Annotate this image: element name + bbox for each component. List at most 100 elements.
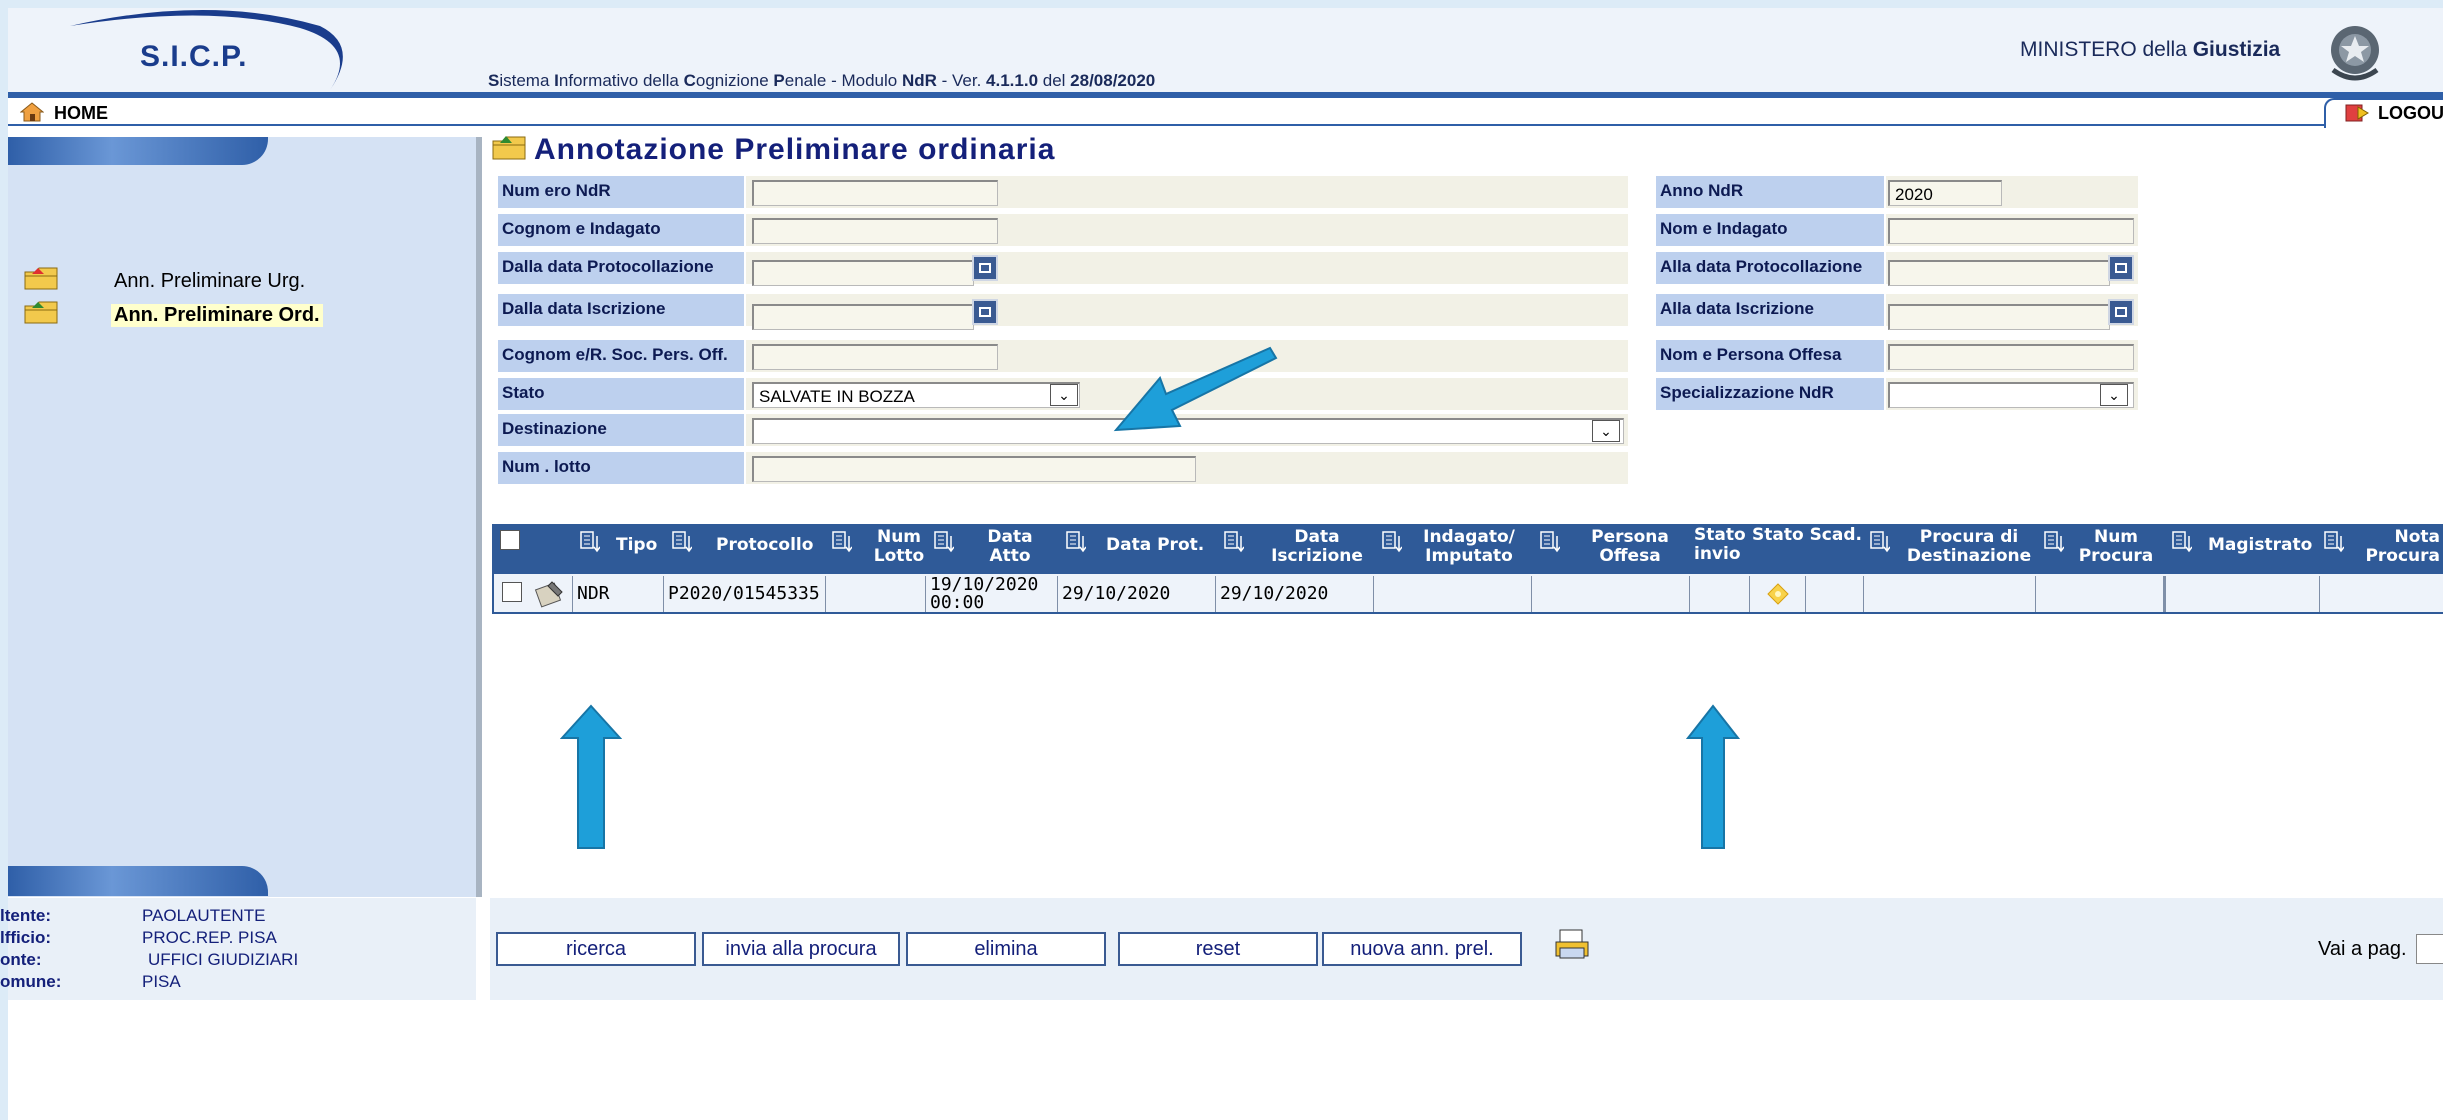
header-procura-destinazione[interactable]: Procura di Destinazione [1904, 528, 2034, 566]
sort-icon[interactable] [672, 530, 692, 554]
edit-document-icon[interactable] [534, 578, 566, 608]
header-indagato-imputato[interactable]: Indagato/ Imputato [1414, 528, 1524, 566]
footer-divider [476, 898, 490, 1000]
numero-ndr-label: Num ero NdR [498, 176, 744, 208]
office-value: PROC.REP. PISA [142, 928, 277, 947]
user-info: ltente: [0, 906, 51, 925]
sidebar-item-ann-preliminare-ord[interactable]: Ann. Preliminare Ord. [111, 304, 323, 327]
sicp-logo: S.I.C.P. [140, 40, 248, 73]
city-value: PISA [142, 972, 181, 991]
home-icon[interactable] [20, 102, 44, 122]
header-data-iscrizione[interactable]: Data Iscrizione [1262, 528, 1372, 566]
stato-label: Stato [498, 378, 744, 410]
city-info: omune: [0, 972, 62, 991]
invia-alla-procura-button[interactable]: invia alla procura [702, 932, 900, 966]
folder-icon[interactable] [24, 300, 58, 324]
sort-icon[interactable] [1870, 530, 1890, 554]
sort-icon[interactable] [1382, 530, 1402, 554]
chevron-down-icon[interactable]: ⌄ [2100, 384, 2128, 406]
header-stato-invio[interactable]: Stato invio [1694, 526, 1748, 564]
cell-empty [1806, 576, 1864, 612]
header-tipo[interactable]: Tipo [616, 536, 657, 555]
calendar-icon[interactable] [972, 299, 998, 325]
header-data-prot[interactable]: Data Prot. [1106, 536, 1204, 555]
elimina-button[interactable]: elimina [906, 932, 1106, 966]
row-checkbox[interactable] [502, 582, 522, 602]
logout-icon[interactable] [2344, 101, 2370, 123]
nome-pers-off-input[interactable] [1888, 344, 2134, 370]
folder-icon[interactable] [24, 266, 58, 290]
chevron-down-icon[interactable]: ⌄ [1050, 384, 1078, 406]
header-divider [8, 92, 2443, 98]
dalla-data-iscr-input[interactable] [752, 304, 974, 330]
logout-link[interactable]: LOGOU [2378, 103, 2443, 124]
sort-icon[interactable] [832, 530, 852, 554]
ricerca-button[interactable]: ricerca [496, 932, 696, 966]
cognome-indagato-label: Cognom e Indagato [498, 214, 744, 246]
sort-icon[interactable] [2044, 530, 2064, 554]
window-frame-top [0, 0, 2443, 8]
cell-num-procura [2036, 576, 2164, 612]
header-nota-procura[interactable]: Nota Procura [2356, 528, 2440, 566]
header-protocollo[interactable]: Protocollo [716, 536, 813, 555]
annotation-arrow-icon [1113, 346, 1278, 432]
cell-procura-destinazione [1864, 576, 2036, 612]
cell-tipo: NDR [572, 576, 664, 612]
cell-data-prot: 29/10/2020 [1058, 576, 1216, 612]
annotation-arrow-icon [560, 704, 622, 849]
italy-emblem-icon [2331, 26, 2379, 81]
annotation-arrow-icon [1686, 704, 1740, 849]
sort-icon[interactable] [1540, 530, 1560, 554]
calendar-icon[interactable] [972, 255, 998, 281]
stato-select[interactable]: SALVATE IN BOZZA [752, 382, 1080, 408]
header-num-procura[interactable]: Num Procura [2076, 528, 2156, 566]
dalla-data-prot-label: Dalla data Protocollazione [498, 252, 744, 284]
nuova-ann-prel-button[interactable]: nuova ann. prel. [1322, 932, 1522, 966]
calendar-icon[interactable] [2108, 299, 2134, 325]
alla-data-prot-input[interactable] [1888, 260, 2110, 286]
print-icon[interactable] [1554, 928, 1590, 960]
reset-button[interactable]: reset [1118, 932, 1318, 966]
sort-icon[interactable] [2172, 530, 2192, 554]
dalla-data-iscr-label: Dalla data Iscrizione [498, 294, 744, 326]
anno-ndr-input[interactable]: 2020 [1888, 180, 2002, 206]
header-persona-offesa[interactable]: Persona Offesa [1580, 528, 1680, 566]
calendar-icon[interactable] [2108, 255, 2134, 281]
page-title: Annotazione Preliminare ordinaria [534, 133, 1056, 166]
alla-data-iscr-input[interactable] [1888, 304, 2110, 330]
cognome-indagato-input[interactable] [752, 218, 998, 244]
sort-icon[interactable] [580, 530, 600, 554]
anno-ndr-label: Anno NdR [1656, 176, 1884, 208]
header-stato-scad[interactable]: Stato Scad. [1752, 526, 1862, 545]
alla-data-iscr-label: Alla data Iscrizione [1656, 294, 1884, 326]
cell-data-iscrizione: 29/10/2020 [1216, 576, 1374, 612]
go-to-page-input[interactable] [2416, 934, 2443, 964]
dalla-data-prot-input[interactable] [752, 260, 974, 286]
specializzazione-select[interactable] [1888, 382, 2134, 408]
nome-indagato-label: Nom e Indagato [1656, 214, 1884, 246]
chevron-down-icon[interactable]: ⌄ [1592, 420, 1620, 442]
sort-icon[interactable] [934, 530, 954, 554]
sort-icon[interactable] [1066, 530, 1086, 554]
cell-nota-procura [2320, 576, 2443, 612]
cognome-pers-off-input[interactable] [752, 344, 998, 370]
header-num-lotto[interactable]: Num Lotto [870, 528, 928, 566]
status-diamond-icon [1767, 583, 1789, 605]
cell-protocollo: P2020/01545335 [664, 576, 826, 612]
system-title: Sistema Informativo della Cognizione Pen… [488, 71, 1156, 90]
sort-icon[interactable] [1224, 530, 1244, 554]
cell-indagato [1374, 576, 1532, 612]
num-lotto-input[interactable] [752, 456, 1196, 482]
specializzazione-label: Specializzazione NdR [1656, 378, 1884, 410]
office-info: lfficio: [0, 928, 51, 947]
nome-indagato-input[interactable] [1888, 218, 2134, 244]
sort-icon[interactable] [2324, 530, 2344, 554]
home-link[interactable]: HOME [54, 103, 108, 124]
sidebar-item-ann-preliminare-urg[interactable]: Ann. Preliminare Urg. [114, 270, 305, 293]
select-all-checkbox[interactable] [500, 530, 520, 550]
numero-ndr-input[interactable] [752, 180, 998, 206]
num-lotto-label: Num . lotto [498, 452, 744, 484]
header-data-atto[interactable]: Data Atto [980, 528, 1040, 566]
header-magistrato[interactable]: Magistrato [2208, 536, 2312, 555]
destinazione-label: Destinazione [498, 414, 744, 446]
